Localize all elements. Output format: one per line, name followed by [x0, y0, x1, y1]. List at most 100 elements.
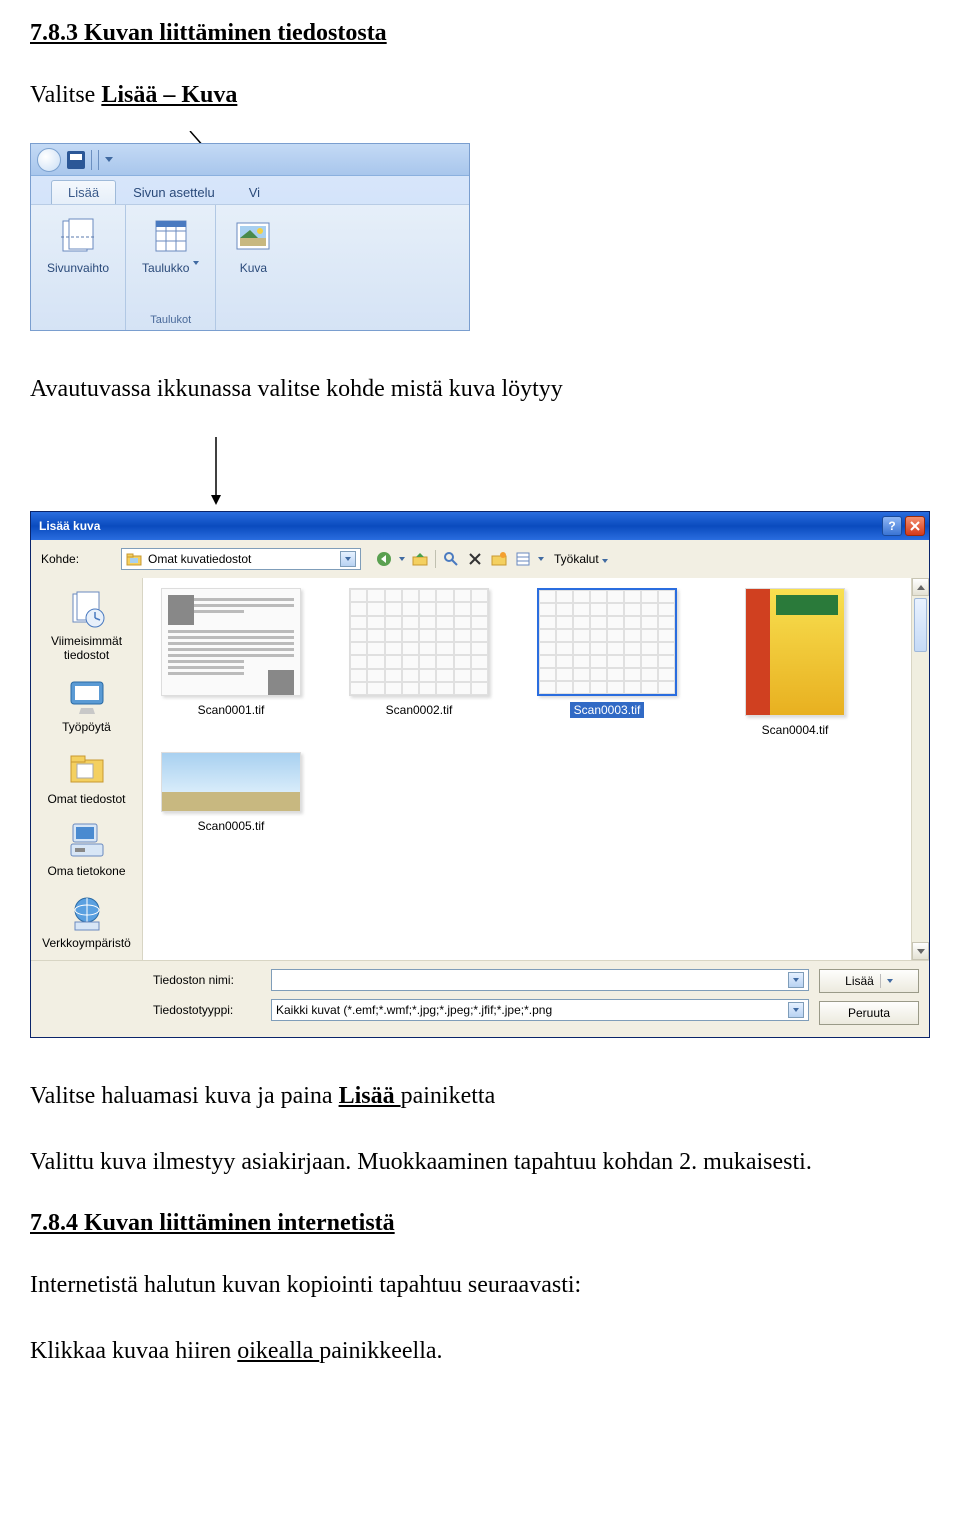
delete-button[interactable]	[466, 550, 484, 568]
file-thumbnail	[161, 752, 301, 812]
scroll-thumb[interactable]	[914, 598, 927, 652]
picture-label: Kuva	[240, 261, 267, 275]
dropdown-button[interactable]	[788, 1002, 804, 1018]
pointer-arrow-to-location-field	[206, 437, 226, 507]
file-item[interactable]: Scan0001.tif	[151, 588, 311, 738]
ribbon-tabs: Lisää Sivun asettelu Vi	[31, 176, 469, 204]
place-network-label: Verkkoympäristö	[42, 936, 131, 950]
filename-input[interactable]	[271, 969, 809, 991]
table-icon	[150, 215, 192, 257]
paragraph-internet-intro: Internetistä halutun kuvan kopiointi tap…	[30, 1267, 930, 1303]
cancel-button-label: Peruuta	[848, 1006, 890, 1020]
screenshot-insert-picture-dialog: Lisää kuva ? Kohde: Omat kuvatiedostot T…	[30, 511, 930, 1038]
ribbon-tab-truncated[interactable]: Vi	[232, 180, 277, 204]
paragraph-choose-insert: Valitse Lisää – Kuva	[30, 77, 930, 113]
filetype-value: Kaikki kuvat (*.emf;*.wmf;*.jpg;*.jpeg;*…	[276, 1003, 552, 1017]
places-bar: Viimeisimmät tiedostot Työpöytä Omat tie…	[31, 578, 143, 960]
qat-separator	[91, 150, 99, 170]
place-my-documents[interactable]: Omat tiedostot	[31, 742, 142, 810]
ribbon-tab-insert[interactable]: Lisää	[51, 180, 116, 204]
insert-button[interactable]: Lisää	[819, 969, 919, 993]
chevron-down-icon	[345, 557, 351, 561]
separator	[880, 974, 881, 988]
back-button[interactable]	[375, 550, 393, 568]
paragraph-right-click: Klikkaa kuvaa hiiren oikealla painikkeel…	[30, 1333, 930, 1369]
save-icon[interactable]	[67, 151, 85, 169]
paragraph-image-appears: Valittu kuva ilmestyy asiakirjaan. Muokk…	[30, 1144, 930, 1180]
separator	[435, 550, 436, 568]
dropdown-button[interactable]	[340, 551, 356, 567]
place-recent[interactable]: Viimeisimmät tiedostot	[31, 584, 142, 666]
up-one-level-button[interactable]	[411, 550, 429, 568]
scroll-up-button[interactable]	[912, 578, 929, 596]
file-item[interactable]: Scan0005.tif	[151, 752, 311, 834]
close-icon	[910, 521, 920, 531]
paragraph-select-location: Avautuvassa ikkunassa valitse kohde mist…	[30, 371, 930, 407]
chevron-down-icon[interactable]	[538, 557, 544, 561]
file-item-selected[interactable]: Scan0003.tif	[527, 588, 687, 738]
group-title-pages	[76, 312, 79, 328]
new-folder-icon	[491, 551, 507, 567]
ribbon-group-pages: Sivunvaihto	[31, 205, 126, 330]
file-name: Scan0004.tif	[758, 722, 833, 738]
location-label: Kohde:	[41, 552, 113, 566]
file-item[interactable]: Scan0002.tif	[339, 588, 499, 738]
paragraph-press-insert: Valitse haluamasi kuva ja paina Lisää pa…	[30, 1078, 930, 1114]
location-value: Omat kuvatiedostot	[148, 552, 251, 566]
search-icon	[443, 551, 459, 567]
location-combobox[interactable]: Omat kuvatiedostot	[121, 548, 361, 570]
picture-button[interactable]: Kuva	[226, 211, 280, 279]
filename-label: Tiedoston nimi:	[153, 973, 263, 987]
chevron-down-icon[interactable]	[105, 157, 113, 162]
new-folder-button[interactable]	[490, 550, 508, 568]
dialog-body: Viimeisimmät tiedostot Työpöytä Omat tie…	[31, 578, 929, 960]
file-name: Scan0003.tif	[570, 702, 645, 718]
page-break-button[interactable]: Sivunvaihto	[41, 211, 115, 279]
heading-784: 7.8.4 Kuvan liittäminen internetistä	[30, 1210, 930, 1237]
folder-icon	[126, 551, 142, 567]
picture-icon	[232, 215, 274, 257]
delete-icon	[468, 552, 482, 566]
help-button[interactable]: ?	[882, 516, 902, 536]
chevron-down-icon	[793, 978, 799, 982]
ribbon-tab-page-layout[interactable]: Sivun asettelu	[116, 180, 232, 204]
file-item[interactable]: Scan0004.tif	[715, 588, 875, 738]
file-thumbnail	[161, 588, 301, 696]
button-name-insert: Lisää	[339, 1083, 401, 1109]
chevron-down-icon	[887, 979, 893, 983]
place-desktop[interactable]: Työpöytä	[31, 670, 142, 738]
file-list[interactable]: Scan0001.tif Scan0002.tif Scan0003.tif S…	[143, 578, 929, 960]
views-button[interactable]	[514, 550, 532, 568]
place-my-computer[interactable]: Oma tietokone	[31, 814, 142, 882]
chevron-down-icon[interactable]	[399, 557, 405, 561]
group-title-tables: Taulukot	[150, 312, 191, 328]
insert-button-label: Lisää	[845, 974, 874, 988]
filetype-label: Tiedostotyyppi:	[153, 1003, 263, 1017]
search-button[interactable]	[442, 550, 460, 568]
heading-783: 7.8.3 Kuvan liittäminen tiedostosta	[30, 20, 930, 47]
close-button[interactable]	[905, 516, 925, 536]
back-arrow-icon	[376, 551, 392, 567]
place-my-computer-label: Oma tietokone	[47, 864, 125, 878]
network-icon	[65, 890, 109, 934]
place-network[interactable]: Verkkoympäristö	[31, 886, 142, 954]
office-button-icon[interactable]	[37, 148, 61, 172]
page-break-icon	[57, 215, 99, 257]
quick-access-toolbar	[31, 144, 469, 176]
menu-path-insert-picture: Lisää – Kuva	[101, 82, 237, 108]
group-title-illustrations	[252, 312, 255, 328]
chevron-down-icon	[193, 261, 199, 265]
tools-menu[interactable]: Työkalut	[554, 552, 608, 567]
scroll-down-button[interactable]	[912, 942, 929, 960]
text: painikkeella.	[319, 1338, 442, 1364]
filetype-combobox[interactable]: Kaikki kuvat (*.emf;*.wmf;*.jpg;*.jpeg;*…	[271, 999, 809, 1021]
table-button[interactable]: Taulukko	[136, 211, 205, 279]
dialog-titlebar: Lisää kuva ?	[31, 512, 929, 540]
chevron-down-icon	[917, 949, 925, 954]
dialog-bottom: Tiedoston nimi: Tiedostotyyppi: Kaikki k…	[31, 960, 929, 1037]
cancel-button[interactable]: Peruuta	[819, 1001, 919, 1025]
ribbon-groups: Sivunvaihto Taulukko Taulukot Kuv	[31, 204, 469, 330]
scrollbar[interactable]	[911, 578, 929, 960]
dialog-title: Lisää kuva	[39, 519, 100, 533]
dropdown-button[interactable]	[788, 972, 804, 988]
